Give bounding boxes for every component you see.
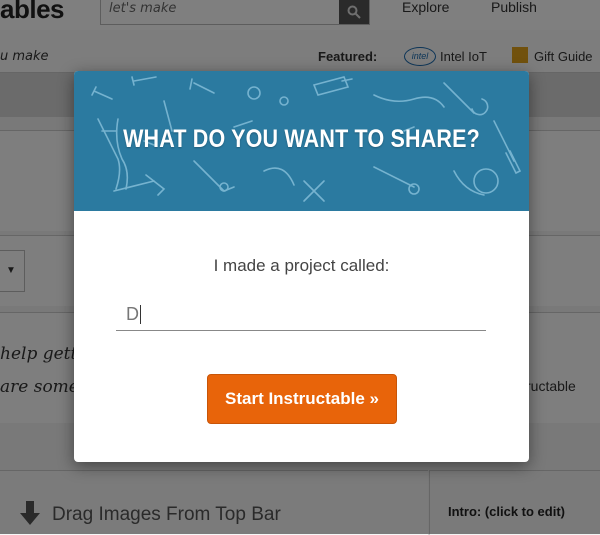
start-instructable-button[interactable]: Start Instructable »: [207, 374, 397, 424]
modal-title: WHAT DO YOU WANT TO SHARE?: [123, 125, 480, 153]
project-name-input[interactable]: [116, 299, 486, 331]
project-prompt-label: I made a project called:: [213, 256, 390, 275]
text-cursor: [140, 305, 141, 324]
modal-header: WHAT DO YOU WANT TO SHARE?: [74, 71, 529, 211]
share-project-modal: WHAT DO YOU WANT TO SHARE? I made a proj…: [74, 71, 529, 462]
